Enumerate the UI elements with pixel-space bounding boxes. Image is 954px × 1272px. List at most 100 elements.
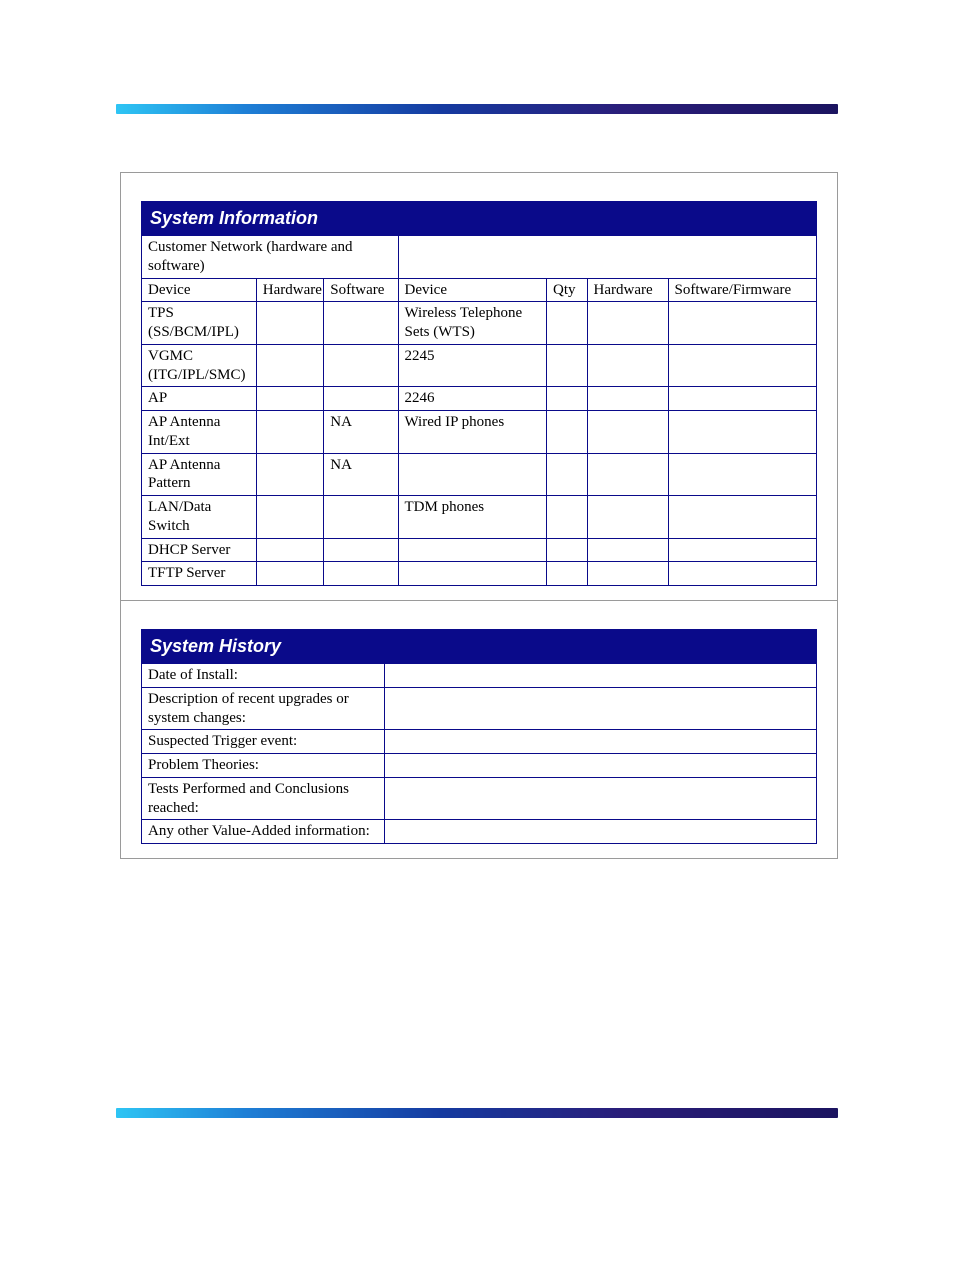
left-software-cell <box>324 562 398 586</box>
right-hardware-cell <box>587 387 668 411</box>
system-information-title: System Information <box>142 202 817 236</box>
left-device-cell: TPS (SS/BCM/IPL) <box>142 302 257 345</box>
col-device-right: Device <box>398 278 547 302</box>
right-sf-cell <box>668 538 817 562</box>
right-hardware-cell <box>587 344 668 387</box>
left-software-cell <box>324 344 398 387</box>
table-header-row: Device Hardware Software Device Qty Hard… <box>142 278 817 302</box>
right-hardware-cell <box>587 411 668 454</box>
right-device-cell: 2245 <box>398 344 547 387</box>
table-row: AP Antenna Int/Ext NA Wired IP phones <box>142 411 817 454</box>
right-sf-cell <box>668 562 817 586</box>
footer-rule <box>116 1108 838 1118</box>
history-label: Date of Install: <box>142 664 385 688</box>
table-row: DHCP Server <box>142 538 817 562</box>
left-hardware-cell <box>256 411 324 454</box>
table-row: Customer Network (hardware and software) <box>142 236 817 279</box>
right-qty-cell <box>547 411 588 454</box>
history-value <box>385 687 817 730</box>
right-device-cell: 2246 <box>398 387 547 411</box>
left-hardware-cell <box>256 496 324 539</box>
left-device-cell: AP Antenna Pattern <box>142 453 257 496</box>
system-history-table: System History Date of Install: Descript… <box>141 629 817 844</box>
history-label: Problem Theories: <box>142 754 385 778</box>
right-device-cell <box>398 453 547 496</box>
left-hardware-cell <box>256 453 324 496</box>
right-sf-cell <box>668 496 817 539</box>
left-hardware-cell <box>256 538 324 562</box>
left-device-cell: LAN/Data Switch <box>142 496 257 539</box>
left-software-cell <box>324 302 398 345</box>
col-software-left: Software <box>324 278 398 302</box>
history-label: Any other Value-Added information: <box>142 820 385 844</box>
right-qty-cell <box>547 344 588 387</box>
table-row: AP Antenna Pattern NA <box>142 453 817 496</box>
right-qty-cell <box>547 387 588 411</box>
right-hardware-cell <box>587 453 668 496</box>
system-history-title: System History <box>142 630 817 664</box>
left-software-cell <box>324 496 398 539</box>
system-history-panel: System History Date of Install: Descript… <box>120 600 838 859</box>
left-hardware-cell <box>256 344 324 387</box>
right-qty-cell <box>547 453 588 496</box>
system-information-table: System Information Customer Network (har… <box>141 201 817 586</box>
history-label: Description of recent upgrades or system… <box>142 687 385 730</box>
history-value <box>385 820 817 844</box>
table-row: TPS (SS/BCM/IPL) Wireless Telephone Sets… <box>142 302 817 345</box>
history-value <box>385 777 817 820</box>
right-hardware-cell <box>587 538 668 562</box>
history-value <box>385 754 817 778</box>
right-device-cell <box>398 538 547 562</box>
right-device-cell: Wired IP phones <box>398 411 547 454</box>
header-rule <box>116 104 838 114</box>
col-device-left: Device <box>142 278 257 302</box>
right-sf-cell <box>668 411 817 454</box>
left-hardware-cell <box>256 562 324 586</box>
table-row: VGMC (ITG/IPL/SMC) 2245 <box>142 344 817 387</box>
left-software-cell <box>324 538 398 562</box>
left-software-cell: NA <box>324 411 398 454</box>
left-software-cell <box>324 387 398 411</box>
right-qty-cell <box>547 562 588 586</box>
left-device-cell: TFTP Server <box>142 562 257 586</box>
table-row: Suspected Trigger event: <box>142 730 817 754</box>
right-device-cell: TDM phones <box>398 496 547 539</box>
system-information-panel: System Information Customer Network (har… <box>120 172 838 601</box>
table-row: Any other Value-Added information: <box>142 820 817 844</box>
right-hardware-cell <box>587 496 668 539</box>
history-value <box>385 730 817 754</box>
col-hardware-left: Hardware <box>256 278 324 302</box>
empty-cell <box>398 236 817 279</box>
right-device-cell: Wireless Telephone Sets (WTS) <box>398 302 547 345</box>
right-sf-cell <box>668 387 817 411</box>
col-qty: Qty <box>547 278 588 302</box>
left-hardware-cell <box>256 387 324 411</box>
left-device-cell: AP Antenna Int/Ext <box>142 411 257 454</box>
right-sf-cell <box>668 344 817 387</box>
table-row: Problem Theories: <box>142 754 817 778</box>
table-row: Description of recent upgrades or system… <box>142 687 817 730</box>
history-label: Suspected Trigger event: <box>142 730 385 754</box>
right-sf-cell <box>668 302 817 345</box>
table-row: TFTP Server <box>142 562 817 586</box>
right-hardware-cell <box>587 562 668 586</box>
left-hardware-cell <box>256 302 324 345</box>
history-label: Tests Performed and Conclusions reached: <box>142 777 385 820</box>
right-sf-cell <box>668 453 817 496</box>
left-software-cell: NA <box>324 453 398 496</box>
left-device-cell: AP <box>142 387 257 411</box>
col-hardware-right: Hardware <box>587 278 668 302</box>
table-row: Date of Install: <box>142 664 817 688</box>
table-row: LAN/Data Switch TDM phones <box>142 496 817 539</box>
right-device-cell <box>398 562 547 586</box>
col-software-firmware: Software/Firmware <box>668 278 817 302</box>
right-qty-cell <box>547 538 588 562</box>
right-hardware-cell <box>587 302 668 345</box>
left-device-cell: VGMC (ITG/IPL/SMC) <box>142 344 257 387</box>
table-row: Tests Performed and Conclusions reached: <box>142 777 817 820</box>
table-row: AP 2246 <box>142 387 817 411</box>
subheader-cell: Customer Network (hardware and software) <box>142 236 399 279</box>
history-value <box>385 664 817 688</box>
right-qty-cell <box>547 496 588 539</box>
right-qty-cell <box>547 302 588 345</box>
